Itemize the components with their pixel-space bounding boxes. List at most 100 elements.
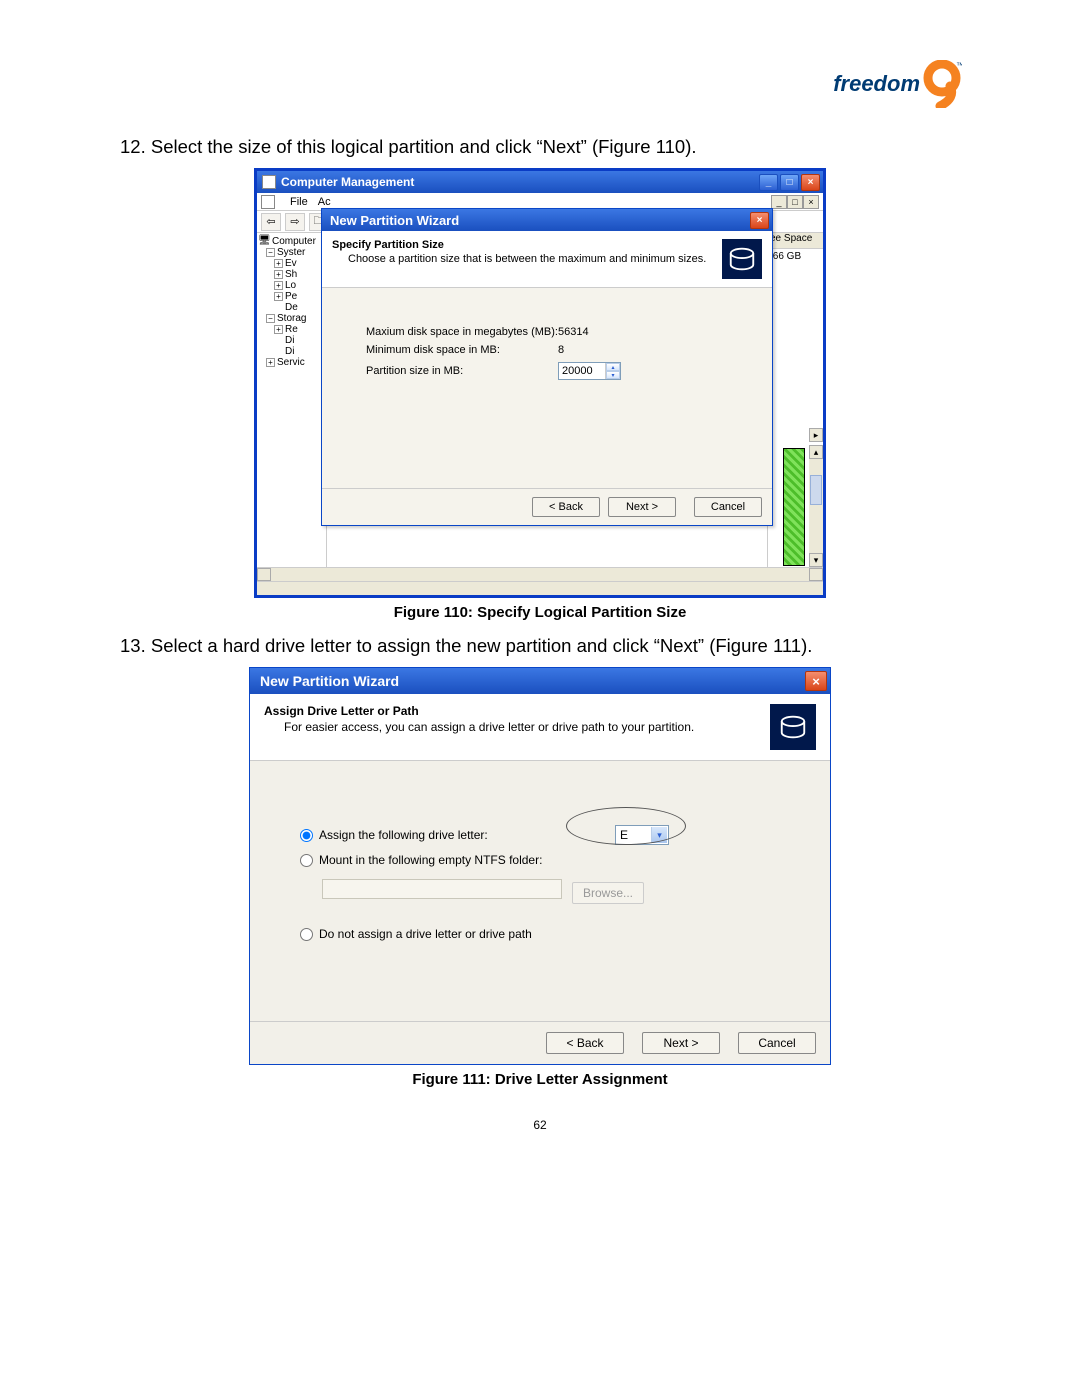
wizard-footer: < Back Next > Cancel <box>322 488 772 525</box>
radio-mount-folder-label: Mount in the following empty NTFS folder… <box>319 853 542 867</box>
wizard2-heading: Assign Drive Letter or Path <box>264 704 762 718</box>
cm-tree[interactable]: 🖥Computer −Syster +Ev +Sh +Lo +Pe De −St… <box>257 233 327 567</box>
brand-logo-nine-icon: ™ <box>922 60 962 108</box>
wizard2-title: New Partition Wizard <box>260 673 399 689</box>
wizard2-titlebar: New Partition Wizard × <box>250 668 830 694</box>
tree-perf-logs[interactable]: Pe <box>285 291 297 302</box>
tree-shared-folders[interactable]: Sh <box>285 269 297 280</box>
ntfs-folder-input[interactable] <box>322 879 562 899</box>
max-disk-value: 56314 <box>558 326 589 338</box>
max-disk-label: Maxium disk space in megabytes (MB): <box>366 326 558 338</box>
tree-expand-icon[interactable]: + <box>266 358 275 367</box>
next-button[interactable]: Next > <box>642 1032 720 1054</box>
wizard-header: Specify Partition Size Choose a partitio… <box>322 231 772 288</box>
hscroll-left-arrow[interactable] <box>257 568 271 581</box>
browse-button[interactable]: Browse... <box>572 882 644 904</box>
computer-icon: 🖥 <box>258 235 270 247</box>
step-13-text: 13. Select a hard drive letter to assign… <box>120 635 960 657</box>
brand-logo: freedom ™ <box>833 60 962 108</box>
disk-icon <box>770 704 816 750</box>
mdi-minimize-button[interactable]: _ <box>771 195 787 209</box>
hscroll-right-arrow[interactable] <box>809 568 823 581</box>
back-button[interactable]: < Back <box>532 497 600 517</box>
cm-titlebar: Computer Management _ □ × <box>257 171 823 193</box>
cm-app-icon <box>262 175 276 189</box>
wizard2-body: Assign the following drive letter: E ▾ M… <box>250 761 830 1021</box>
min-disk-label: Minimum disk space in MB: <box>366 344 558 356</box>
cm-statusbar <box>257 581 823 595</box>
spinner-down-icon[interactable]: ▾ <box>606 371 620 379</box>
min-disk-value: 8 <box>558 344 564 356</box>
tree-expand-icon[interactable]: + <box>274 292 283 301</box>
cm-title: Computer Management <box>281 175 414 189</box>
tree-removable[interactable]: Re <box>285 324 298 335</box>
spinner-up-icon[interactable]: ▴ <box>606 363 620 371</box>
wizard2-subheading: For easier access, you can assign a driv… <box>284 720 762 734</box>
vertical-scrollbar[interactable]: ▴ ▾ <box>809 445 823 567</box>
page-number: 62 <box>120 1118 960 1132</box>
screenshot-computer-management: Computer Management _ □ × File Ac _ □ × … <box>254 168 826 598</box>
brand-logo-text: freedom <box>833 71 920 97</box>
tree-expand-icon[interactable]: + <box>274 259 283 268</box>
cancel-button[interactable]: Cancel <box>694 497 762 517</box>
back-button[interactable]: < Back <box>546 1032 624 1054</box>
close-button[interactable]: × <box>801 174 820 191</box>
tree-expand-icon[interactable]: − <box>266 314 275 323</box>
toolbar-back-button[interactable]: ⇦ <box>261 213 281 231</box>
new-partition-wizard-dialog: New Partition Wizard × Specify Partition… <box>321 208 773 526</box>
cm-hscrollbar[interactable] <box>257 567 823 581</box>
cancel-button[interactable]: Cancel <box>738 1032 816 1054</box>
wizard-title: New Partition Wizard <box>330 213 459 228</box>
scroll-thumb[interactable] <box>810 475 822 505</box>
wizard-close-button[interactable]: × <box>750 212 769 229</box>
menu-action[interactable]: Ac <box>318 196 331 208</box>
tree-expand-icon[interactable]: + <box>274 325 283 334</box>
free-space-value: .66 GB <box>768 249 823 264</box>
tree-services[interactable]: Servic <box>277 357 305 368</box>
tree-expand-icon[interactable]: + <box>274 281 283 290</box>
radio-mount-folder[interactable] <box>300 854 313 867</box>
partition-size-label: Partition size in MB: <box>366 365 558 377</box>
hscroll-right-arrow[interactable]: ▸ <box>809 428 823 442</box>
radio-no-letter-label: Do not assign a drive letter or drive pa… <box>319 927 532 941</box>
wizard-body: Maxium disk space in megabytes (MB): 563… <box>322 288 772 488</box>
tree-storage[interactable]: Storag <box>277 313 306 324</box>
annotation-oval <box>566 807 686 845</box>
tree-disk-mgmt[interactable]: Di <box>285 346 294 357</box>
partition-size-input[interactable] <box>559 364 605 378</box>
tree-system-tools[interactable]: Syster <box>277 247 305 258</box>
mdi-doc-icon <box>261 195 275 209</box>
scroll-down-arrow[interactable]: ▾ <box>809 553 823 567</box>
scroll-up-arrow[interactable]: ▴ <box>809 445 823 459</box>
tree-disk-defrag[interactable]: Di <box>285 335 294 346</box>
tree-expand-icon[interactable]: − <box>266 248 275 257</box>
wizard2-footer: < Back Next > Cancel <box>250 1021 830 1064</box>
toolbar-forward-button[interactable]: ⇨ <box>285 213 305 231</box>
screenshot-assign-drive-letter: New Partition Wizard × Assign Drive Lett… <box>249 667 831 1065</box>
maximize-button[interactable]: □ <box>780 174 799 191</box>
partition-size-spinner[interactable]: ▴ ▾ <box>558 362 621 380</box>
next-button[interactable]: Next > <box>608 497 676 517</box>
tree-local-users[interactable]: Lo <box>285 280 296 291</box>
tree-root[interactable]: Computer <box>272 236 316 247</box>
mdi-close-button[interactable]: × <box>803 195 819 209</box>
radio-assign-letter[interactable] <box>300 829 313 842</box>
menu-file[interactable]: File <box>290 196 308 208</box>
radio-no-letter[interactable] <box>300 928 313 941</box>
wizard2-close-button[interactable]: × <box>805 671 827 691</box>
disk-icon <box>722 239 762 279</box>
wizard-subheading: Choose a partition size that is between … <box>348 253 714 265</box>
tree-event-viewer[interactable]: Ev <box>285 258 297 269</box>
wizard-heading: Specify Partition Size <box>332 239 714 251</box>
figure-111-caption: Figure 111: Drive Letter Assignment <box>120 1071 960 1088</box>
wizard2-header: Assign Drive Letter or Path For easier a… <box>250 694 830 761</box>
mdi-restore-button[interactable]: □ <box>787 195 803 209</box>
tree-expand-icon[interactable]: + <box>274 270 283 279</box>
figure-110-caption: Figure 110: Specify Logical Partition Si… <box>120 604 960 621</box>
tree-device-mgr[interactable]: De <box>285 302 298 313</box>
column-free-space[interactable]: ee Space <box>768 233 823 249</box>
disk-partition-strip[interactable] <box>783 448 805 566</box>
step-12-text: 12. Select the size of this logical part… <box>120 136 960 158</box>
wizard-titlebar: New Partition Wizard × <box>322 209 772 231</box>
minimize-button[interactable]: _ <box>759 174 778 191</box>
